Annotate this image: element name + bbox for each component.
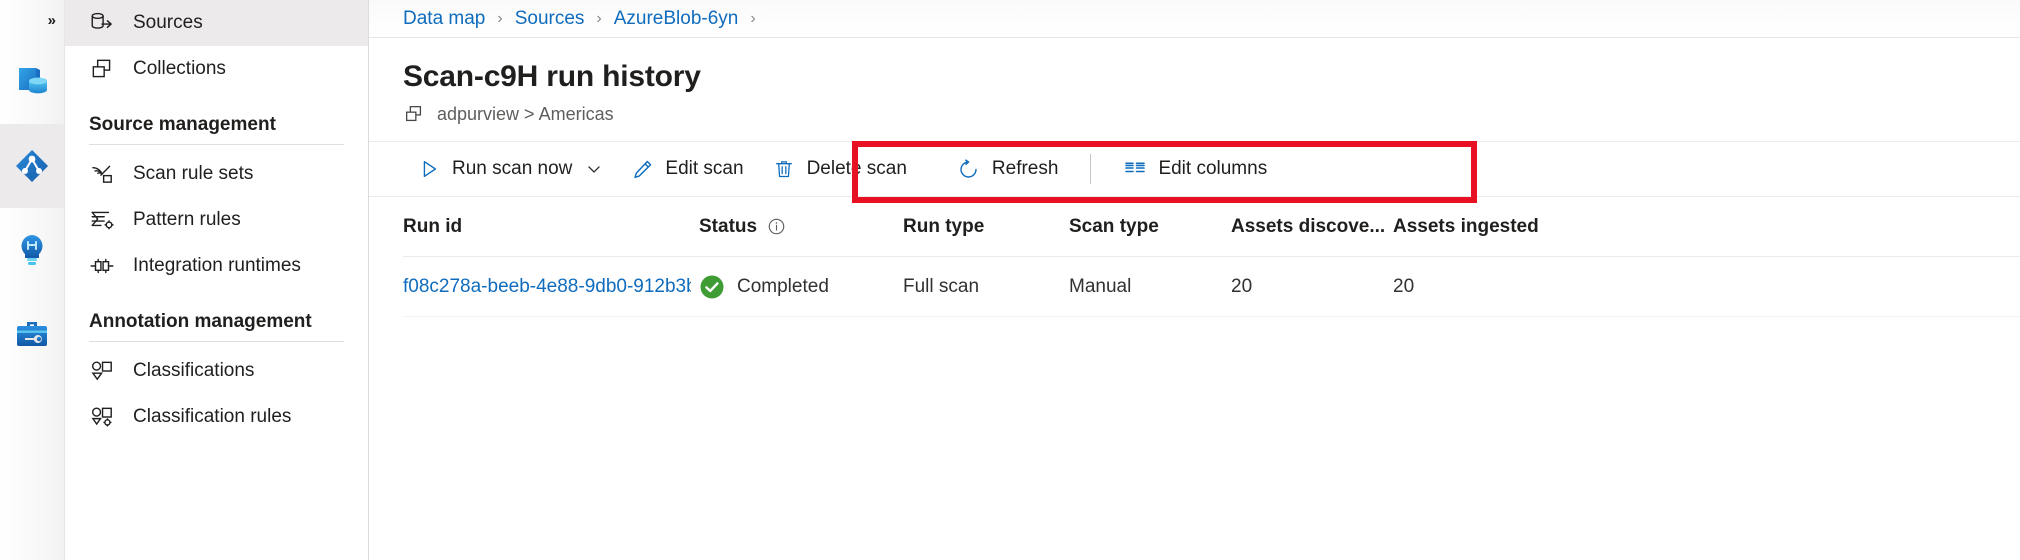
sidebar-item-classification-rules[interactable]: Classification rules: [65, 394, 368, 440]
sidebar-item-label: Pattern rules: [133, 209, 241, 231]
sidebar-item-collections[interactable]: Collections: [65, 46, 368, 92]
run-scan-now-label: Run scan now: [452, 158, 572, 180]
page-title: Scan-c9H run history: [403, 60, 2020, 93]
column-header-run-type[interactable]: Run type: [903, 216, 1069, 238]
sidebar-divider: [89, 341, 344, 342]
column-header-status-label: Status: [699, 216, 757, 238]
page-header: Scan-c9H run history adpurview > America…: [369, 38, 2020, 125]
breadcrumb-item-data-map[interactable]: Data map: [403, 8, 485, 30]
refresh-button[interactable]: Refresh: [943, 146, 1073, 192]
edit-columns-icon: [1123, 157, 1147, 181]
column-header-status[interactable]: Status: [699, 216, 903, 238]
sidebar-item-integration-runtimes[interactable]: Integration runtimes: [65, 243, 368, 289]
column-header-scan-type[interactable]: Scan type: [1069, 216, 1231, 238]
toolbox-icon: [12, 314, 52, 354]
purview-scan-run-history-page: »: [0, 0, 2020, 560]
run-history-table: Run id Status Run type Scan type Assets …: [369, 197, 2020, 317]
sidebar-item-label: Classification rules: [133, 406, 291, 428]
info-icon[interactable]: [767, 217, 786, 236]
collections-icon: [89, 56, 115, 82]
column-header-assets-discovered[interactable]: Assets discove...: [1231, 216, 1393, 238]
status-badge: Completed: [737, 276, 829, 298]
integration-runtimes-icon: [89, 253, 115, 279]
chevron-down-icon[interactable]: [586, 161, 602, 177]
rail-item-insights[interactable]: [0, 208, 64, 292]
rail-item-management[interactable]: [0, 292, 64, 376]
chevron-right-icon: ›: [750, 10, 755, 28]
breadcrumb: Data map › Sources › AzureBlob-6yn ›: [369, 0, 2020, 38]
refresh-circle-icon: [957, 157, 981, 181]
book-database-icon: [12, 62, 52, 102]
rail-item-data-map[interactable]: [0, 124, 64, 208]
sidebar-item-label: Collections: [133, 58, 226, 80]
play-triangle-icon: [417, 157, 441, 181]
edit-scan-button[interactable]: Edit scan: [616, 146, 757, 192]
edit-columns-label: Edit columns: [1158, 158, 1267, 180]
expand-navigation-button[interactable]: »: [0, 0, 64, 40]
chevron-right-icon: ›: [497, 10, 502, 28]
sidebar-group-title-source-management: Source management: [65, 92, 368, 144]
left-icon-rail: »: [0, 0, 65, 560]
classification-rules-icon: [89, 404, 115, 430]
table-header-row: Run id Status Run type Scan type Assets …: [403, 197, 2020, 257]
breadcrumb-item-sources[interactable]: Sources: [515, 8, 585, 30]
cell-assets-discovered: 20: [1231, 276, 1393, 298]
sidebar-item-sources[interactable]: Sources: [65, 0, 368, 46]
sidebar-divider: [89, 144, 344, 145]
collection-path-text: adpurview > Americas: [437, 104, 614, 125]
run-scan-now-button[interactable]: Run scan now: [403, 146, 616, 192]
edit-scan-label: Edit scan: [665, 158, 743, 180]
check-circle-icon: [699, 274, 725, 300]
data-map-icon: [12, 146, 52, 186]
column-header-assets-ingested[interactable]: Assets ingested: [1393, 216, 1573, 238]
sidebar-item-label: Classifications: [133, 360, 254, 382]
chevron-right-icon: ›: [596, 10, 601, 28]
sources-icon: [89, 10, 115, 36]
run-id-link[interactable]: f08c278a-beeb-4e88-9db0-912b3b1: [403, 276, 691, 298]
lightbulb-icon: [12, 230, 52, 270]
sidebar-item-classifications[interactable]: Classifications: [65, 348, 368, 394]
sidebar-item-pattern-rules[interactable]: Pattern rules: [65, 197, 368, 243]
edit-columns-button[interactable]: Edit columns: [1109, 146, 1281, 192]
cell-run-type: Full scan: [903, 276, 1069, 298]
cell-scan-type: Manual: [1069, 276, 1231, 298]
refresh-label: Refresh: [992, 158, 1059, 180]
rail-item-data-catalog[interactable]: [0, 40, 64, 124]
sidebar-item-scan-rule-sets[interactable]: Scan rule sets: [65, 151, 368, 197]
breadcrumb-item-azureblob[interactable]: AzureBlob-6yn: [614, 8, 739, 30]
command-bar-wrapper: Run scan now Edit scan: [369, 141, 2020, 197]
trash-icon: [772, 157, 796, 181]
sidebar-group-title-annotation-management: Annotation management: [65, 289, 368, 341]
scan-rule-sets-icon: [89, 161, 115, 187]
pattern-rules-icon: [89, 207, 115, 233]
classifications-icon: [89, 358, 115, 384]
toolbar-divider: [1090, 154, 1091, 184]
cell-assets-ingested: 20: [1393, 276, 1573, 298]
sidebar-item-label: Integration runtimes: [133, 255, 301, 277]
table-row[interactable]: f08c278a-beeb-4e88-9db0-912b3b1 Complete…: [403, 257, 2020, 317]
pencil-icon: [630, 157, 654, 181]
delete-scan-label: Delete scan: [807, 158, 907, 180]
source-management-sidebar: Sources Collections Source management: [65, 0, 369, 560]
collection-path: adpurview > Americas: [403, 103, 2020, 125]
main-content: Data map › Sources › AzureBlob-6yn › Sca…: [369, 0, 2020, 560]
command-bar: Run scan now Edit scan: [369, 141, 2020, 197]
delete-scan-button[interactable]: Delete scan: [758, 146, 921, 192]
cell-status: Completed: [699, 274, 903, 300]
column-header-run-id[interactable]: Run id: [403, 216, 699, 238]
collections-icon: [403, 103, 425, 125]
double-chevron-right-icon: »: [48, 12, 55, 29]
sidebar-item-label: Scan rule sets: [133, 163, 253, 185]
sidebar-item-label: Sources: [133, 12, 203, 34]
cell-run-id: f08c278a-beeb-4e88-9db0-912b3b1: [403, 276, 699, 298]
